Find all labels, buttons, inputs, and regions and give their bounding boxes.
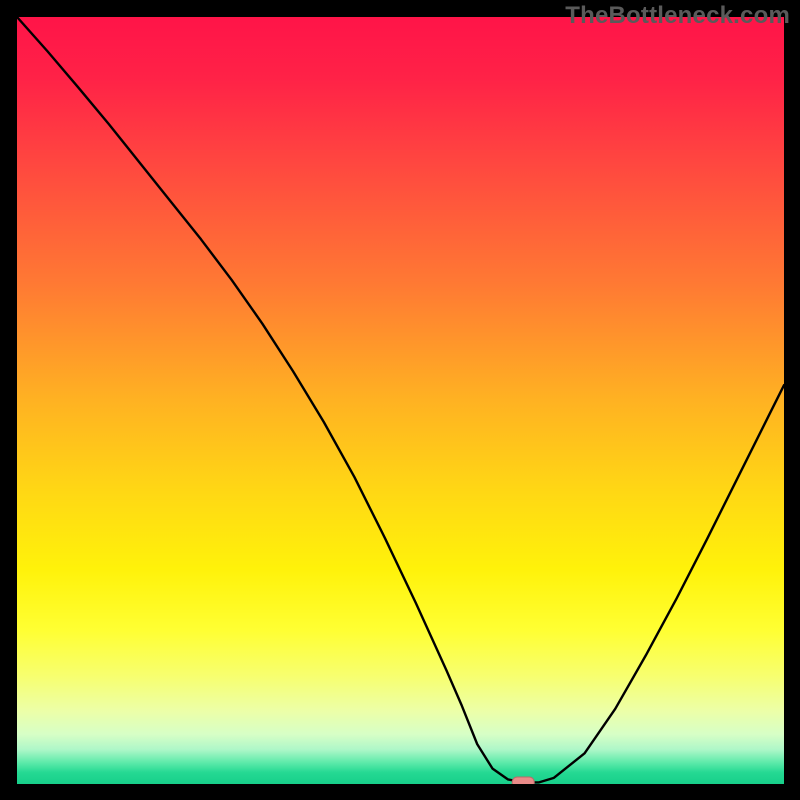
plot-area — [17, 17, 784, 784]
watermark-text: TheBottleneck.com — [565, 2, 790, 30]
chart-svg — [17, 17, 784, 784]
gradient-background — [17, 17, 784, 784]
chart-frame: TheBottleneck.com — [0, 0, 800, 800]
optimal-point-marker — [512, 777, 534, 784]
